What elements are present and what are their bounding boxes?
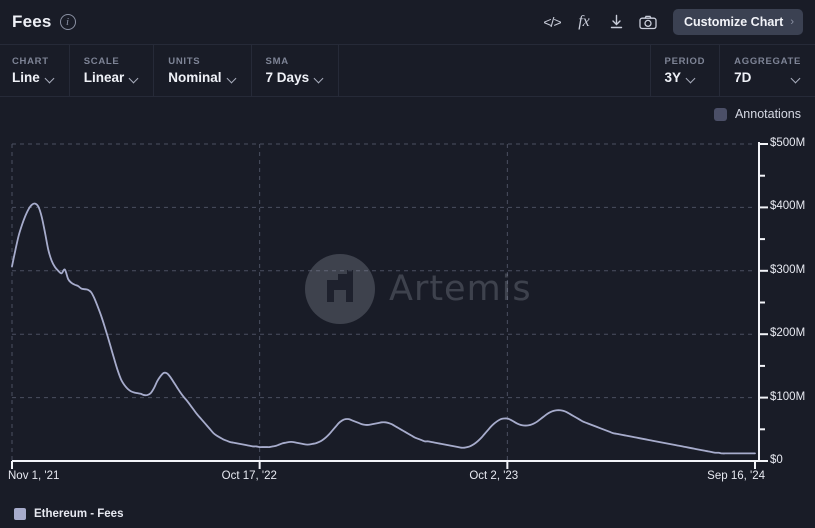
control-chart-type-label: CHART bbox=[12, 56, 55, 67]
page-title: Fees bbox=[12, 12, 52, 32]
control-period[interactable]: PERIOD 3Y bbox=[651, 45, 721, 96]
control-scale-label: SCALE bbox=[84, 56, 140, 67]
embed-code-icon[interactable]: </> bbox=[537, 8, 567, 36]
controls-spacer bbox=[339, 45, 650, 96]
control-chart-type-value: Line bbox=[12, 70, 40, 85]
control-sma-value: 7 Days bbox=[266, 70, 310, 85]
control-period-label: PERIOD bbox=[665, 56, 706, 67]
control-units-value: Nominal bbox=[168, 70, 221, 85]
chevron-down-icon bbox=[46, 75, 55, 81]
x-axis-labels: Nov 1, '21 Oct 17, '22 Oct 2, '23 Sep 16, '… bbox=[0, 470, 815, 490]
chart-svg[interactable] bbox=[0, 136, 815, 476]
chevron-down-icon bbox=[792, 75, 801, 81]
x-axis-tick-label: Sep 16, '24 bbox=[707, 470, 765, 482]
y-axis-tick-label: $500M bbox=[770, 137, 805, 149]
y-axis-tick-label: $300M bbox=[770, 264, 805, 276]
control-aggregate-label: AGGREGATE bbox=[734, 56, 801, 67]
camera-icon[interactable] bbox=[633, 8, 663, 36]
info-icon[interactable]: i bbox=[60, 14, 76, 30]
x-axis-tick-label: Oct 2, '23 bbox=[469, 470, 518, 482]
control-aggregate[interactable]: AGGREGATE 7D bbox=[720, 45, 815, 96]
chart-controls-bar: CHART Line SCALE Linear UNITS Nominal SM… bbox=[0, 45, 815, 97]
control-sma-label: SMA bbox=[266, 56, 325, 67]
x-axis-tick-label: Nov 1, '21 bbox=[8, 470, 59, 482]
chevron-down-icon bbox=[315, 75, 324, 81]
y-axis-tick-label: $0 bbox=[770, 454, 783, 466]
control-scale[interactable]: SCALE Linear bbox=[70, 45, 155, 96]
customize-chart-button[interactable]: Customize Chart › bbox=[673, 9, 803, 35]
chevron-right-icon: › bbox=[790, 16, 794, 28]
control-units[interactable]: UNITS Nominal bbox=[154, 45, 251, 96]
y-axis-tick-label: $200M bbox=[770, 327, 805, 339]
control-scale-value: Linear bbox=[84, 70, 125, 85]
annotations-label: Annotations bbox=[735, 107, 801, 121]
chevron-down-icon bbox=[687, 75, 696, 81]
legend-swatch bbox=[14, 508, 26, 520]
artemis-chart-page: Fees i </> fx Customize Chart › CHART bbox=[0, 0, 815, 528]
control-chart-type[interactable]: CHART Line bbox=[0, 45, 70, 96]
chevron-down-icon bbox=[228, 75, 237, 81]
control-sma[interactable]: SMA 7 Days bbox=[252, 45, 340, 96]
download-icon[interactable] bbox=[601, 8, 631, 36]
annotations-toggle[interactable]: Annotations bbox=[714, 100, 801, 128]
y-axis-tick-label: $100M bbox=[770, 391, 805, 403]
formula-icon[interactable]: fx bbox=[569, 8, 599, 36]
chevron-down-icon bbox=[130, 75, 139, 81]
control-aggregate-value: 7D bbox=[734, 70, 751, 85]
annotations-checkbox[interactable] bbox=[714, 108, 727, 121]
chart-area: Artemis bbox=[0, 136, 815, 476]
x-axis-tick-label: Oct 17, '22 bbox=[222, 470, 277, 482]
control-units-label: UNITS bbox=[168, 56, 236, 67]
control-period-value: 3Y bbox=[665, 70, 682, 85]
customize-chart-label: Customize Chart bbox=[684, 15, 783, 29]
legend-item-label: Ethereum - Fees bbox=[34, 508, 123, 520]
chart-legend[interactable]: Ethereum - Fees bbox=[14, 508, 123, 520]
y-axis-tick-label: $400M bbox=[770, 200, 805, 212]
chart-header: Fees i </> fx Customize Chart › bbox=[0, 0, 815, 45]
